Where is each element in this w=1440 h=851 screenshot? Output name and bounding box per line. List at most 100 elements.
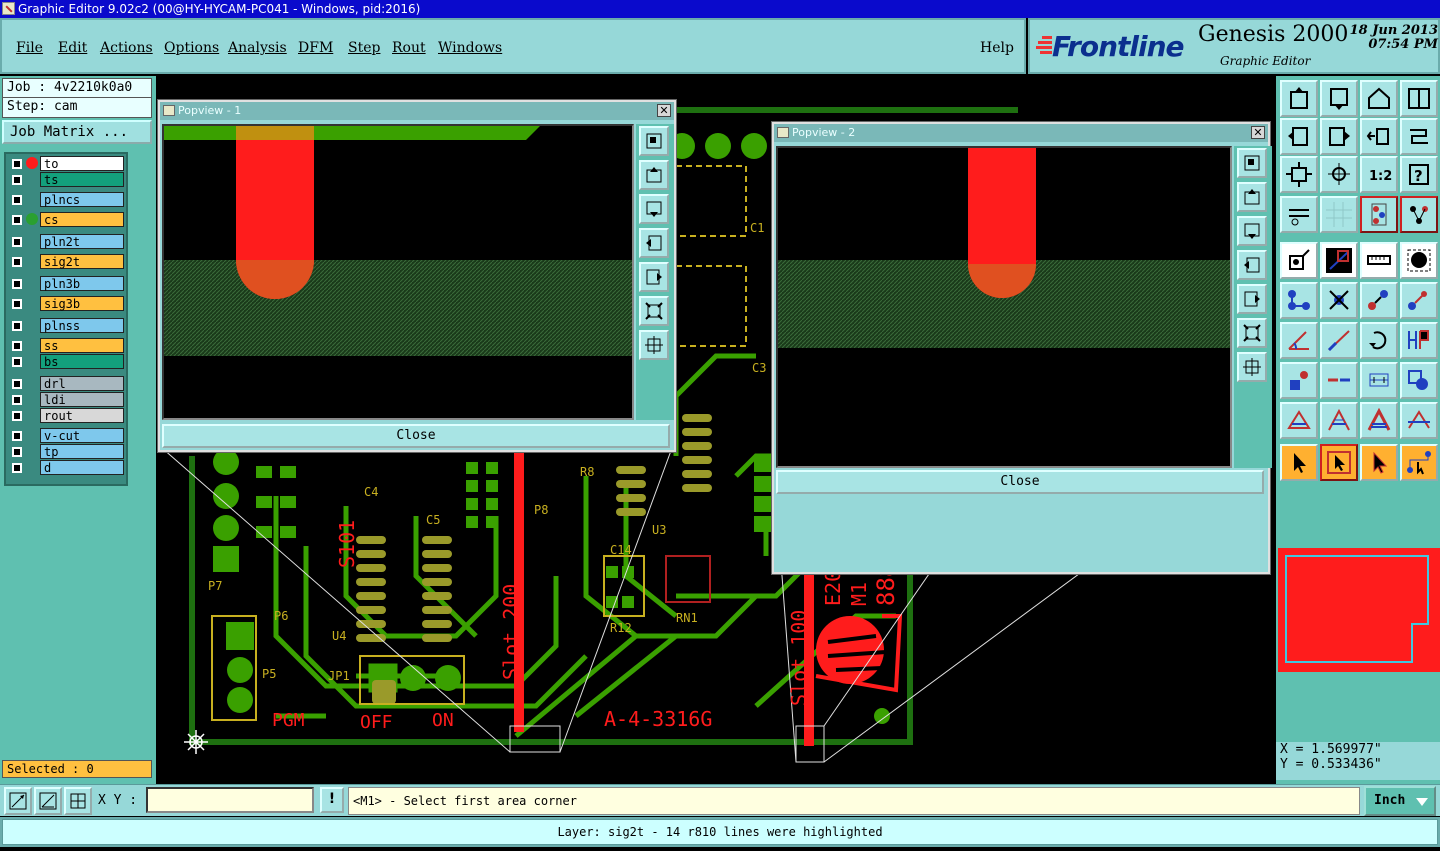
layer-checkbox[interactable] (12, 341, 22, 351)
arc-icon[interactable] (1360, 322, 1398, 359)
measure-dist-icon[interactable] (1360, 362, 1398, 399)
layer-checkbox[interactable] (12, 321, 22, 331)
layer-row-d[interactable]: d (6, 460, 126, 475)
layer-checkbox[interactable] (12, 447, 22, 457)
menu-help[interactable]: Help (980, 40, 1014, 56)
popview-1-close-button[interactable]: Close (162, 424, 670, 448)
move-left-icon[interactable] (1280, 118, 1318, 155)
layer-row-sig3b[interactable]: sig3b (6, 296, 126, 311)
layer-name[interactable]: bs (40, 354, 124, 369)
popview-1-view[interactable] (162, 124, 634, 420)
layer-name[interactable]: ss (40, 338, 124, 353)
layer-name[interactable]: tp (40, 444, 124, 459)
menu-options[interactable]: Options (164, 40, 219, 56)
popview-2-zoom-icon[interactable] (1237, 148, 1267, 178)
popview-2-fit-icon[interactable] (1237, 318, 1267, 348)
layer-name[interactable]: plnss (40, 318, 124, 333)
layer-row-v-cut[interactable]: v-cut (6, 428, 126, 443)
polygon-edit-icon[interactable] (1400, 402, 1438, 439)
layer-name[interactable]: pln2t (40, 234, 124, 249)
popview-2-close-button[interactable]: Close (776, 470, 1264, 494)
popview-1-close-icon[interactable]: ✕ (657, 104, 671, 117)
overview-map[interactable] (1278, 548, 1440, 672)
connect-vertical-icon[interactable] (1360, 196, 1398, 233)
layer-row-plnss[interactable]: plnss (6, 318, 126, 333)
snap-icon[interactable] (34, 787, 62, 815)
layer-row-ss[interactable]: ss (6, 338, 126, 353)
layer-checkbox[interactable] (12, 299, 22, 309)
pointer-box-icon[interactable] (1320, 444, 1358, 481)
popview-1-pan-right-icon[interactable] (639, 262, 669, 292)
grid-icon[interactable] (64, 787, 92, 815)
layer-checkbox[interactable] (12, 411, 22, 421)
layer-row-rout[interactable]: rout (6, 408, 126, 423)
layer-up-icon[interactable] (1280, 80, 1318, 117)
draw-line-icon[interactable] (1320, 322, 1358, 359)
popview-1-center-icon[interactable] (639, 330, 669, 360)
popview-2-view[interactable] (776, 146, 1232, 468)
graphic-canvas[interactable]: P7 P6 P5 U4 C5 C4 R8 P8 U3 C14 R12 RN1 J… (156, 76, 1276, 784)
popview-2-pan-up-icon[interactable] (1237, 182, 1267, 212)
delete-feature-icon[interactable] (1320, 282, 1358, 319)
layer-row-tp[interactable]: tp (6, 444, 126, 459)
polygon-outline-icon[interactable] (1320, 402, 1358, 439)
flip-icon[interactable] (1400, 118, 1438, 155)
popview-1-fit-icon[interactable] (639, 296, 669, 326)
menu-rout[interactable]: Rout (392, 40, 426, 56)
layer-checkbox[interactable] (12, 257, 22, 267)
layer-row-drl[interactable]: drl (6, 376, 126, 391)
layer-name[interactable]: sig3b (40, 296, 124, 311)
help-icon[interactable]: ? (1400, 156, 1438, 193)
layer-name[interactable]: ldi (40, 392, 124, 407)
popview-2-close-icon[interactable]: ✕ (1251, 126, 1265, 139)
layer-name[interactable]: v-cut (40, 428, 124, 443)
layer-row-ldi[interactable]: ldi (6, 392, 126, 407)
split-line-icon[interactable] (1320, 362, 1358, 399)
polygon-fill-icon[interactable] (1360, 402, 1398, 439)
pointer-icon[interactable] (1280, 444, 1318, 481)
layer-checkbox[interactable] (12, 431, 22, 441)
popview-2-titlebar[interactable]: Popview - 2 ✕ (774, 124, 1268, 142)
ruler-icon[interactable] (1360, 242, 1398, 279)
layer-row-bs[interactable]: bs (6, 354, 126, 369)
connect-net-icon[interactable] (1400, 196, 1438, 233)
layer-checkbox[interactable] (12, 395, 22, 405)
layer-row-plncs[interactable]: plncs (6, 192, 126, 207)
home-icon[interactable] (1360, 80, 1398, 117)
popview-1-pan-left-icon[interactable] (639, 228, 669, 258)
fix-icon[interactable] (1400, 322, 1438, 359)
popview-1-zoom-icon[interactable] (639, 126, 669, 156)
units-select[interactable]: Inch (1364, 786, 1436, 816)
layer-name[interactable]: rout (40, 408, 124, 423)
polygon-icon[interactable] (1280, 402, 1318, 439)
layer-row-cs[interactable]: cs (6, 212, 126, 227)
layer-row-to[interactable]: to (6, 156, 126, 171)
angle-line-icon[interactable] (1280, 322, 1318, 359)
scale-1-2-icon[interactable]: 1:2 (1360, 156, 1398, 193)
layer-checkbox[interactable] (12, 237, 22, 247)
layer-name[interactable]: drl (40, 376, 124, 391)
layer-name[interactable]: sig2t (40, 254, 124, 269)
layer-checkbox[interactable] (12, 357, 22, 367)
select-area-icon[interactable] (1320, 242, 1358, 279)
pointer-select-icon[interactable] (1360, 444, 1398, 481)
popview-2-pan-left-icon[interactable] (1237, 250, 1267, 280)
popview-1-pan-down-icon[interactable] (639, 194, 669, 224)
layer-checkbox[interactable] (12, 195, 22, 205)
move-point-icon[interactable] (1400, 282, 1438, 319)
menu-edit[interactable]: Edit (58, 40, 87, 56)
popview-2-pan-down-icon[interactable] (1237, 216, 1267, 246)
popview-1-pan-up-icon[interactable] (639, 160, 669, 190)
layer-row-sig2t[interactable]: sig2t (6, 254, 126, 269)
pointer-nodes-icon[interactable] (1400, 444, 1438, 481)
job-matrix-button[interactable]: Job Matrix ... (2, 120, 152, 144)
layer-row-pln2t[interactable]: pln2t (6, 234, 126, 249)
layer-name[interactable]: to (40, 156, 124, 171)
layer-checkbox[interactable] (12, 175, 22, 185)
layer-row-pln3b[interactable]: pln3b (6, 276, 126, 291)
layer-row-ts[interactable]: ts (6, 172, 126, 187)
layer-down-icon[interactable] (1320, 80, 1358, 117)
pads-nodes-icon[interactable] (1280, 282, 1318, 319)
layer-checkbox[interactable] (12, 379, 22, 389)
replace-icon[interactable] (1280, 362, 1318, 399)
